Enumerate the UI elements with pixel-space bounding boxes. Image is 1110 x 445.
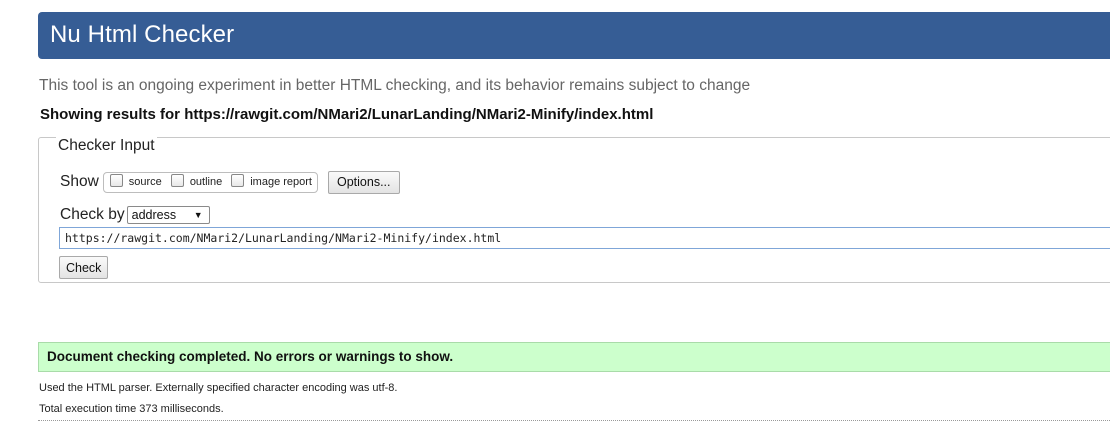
- page: Nu Html Checker This tool is an ongoing …: [0, 0, 1110, 445]
- checker-input-legend: Checker Input: [56, 137, 157, 155]
- show-row: Show source outline image report Options…: [60, 170, 400, 194]
- result-details: Used the HTML parser. Externally specifi…: [39, 378, 397, 420]
- app-title: Nu Html Checker: [50, 21, 235, 48]
- outline-option[interactable]: outline: [170, 173, 223, 189]
- image-report-checkbox-label: image report: [250, 176, 312, 188]
- tagline: This tool is an ongoing experiment in be…: [39, 77, 751, 94]
- outline-checkbox[interactable]: [170, 173, 184, 187]
- show-options-group: source outline image report: [102, 171, 318, 193]
- showing-results-heading: Showing results for https://rawgit.com/N…: [40, 106, 653, 123]
- url-input[interactable]: https://rawgit.com/NMari2/LunarLanding/N…: [59, 227, 1110, 249]
- execution-time: Total execution time 373 milliseconds.: [39, 403, 224, 415]
- parser-note: Used the HTML parser. Externally specifi…: [39, 382, 398, 394]
- source-checkbox-label: source: [128, 176, 162, 188]
- source-option[interactable]: source: [109, 173, 162, 189]
- check-button[interactable]: Check: [59, 256, 109, 279]
- outline-checkbox-label: outline: [189, 176, 223, 188]
- source-checkbox[interactable]: [109, 173, 123, 187]
- check-by-label: Check by: [60, 205, 125, 223]
- show-label: Show: [60, 173, 99, 190]
- check-by-selected-value: address: [131, 207, 177, 222]
- image-report-checkbox[interactable]: [231, 173, 245, 187]
- check-by-select[interactable]: address ▼: [126, 205, 210, 224]
- check-by-row: Check by address ▼: [60, 204, 210, 225]
- success-message: Document checking completed. No errors o…: [38, 342, 1110, 372]
- chevron-down-icon: ▼: [193, 209, 203, 220]
- options-button[interactable]: Options...: [328, 170, 400, 194]
- header-bar: Nu Html Checker: [38, 12, 1110, 59]
- showing-prefix: Showing results for: [40, 106, 185, 123]
- dotted-divider: [38, 420, 1110, 421]
- image-report-option[interactable]: image report: [231, 173, 312, 189]
- showing-url: https://rawgit.com/NMari2/LunarLanding/N…: [184, 106, 654, 123]
